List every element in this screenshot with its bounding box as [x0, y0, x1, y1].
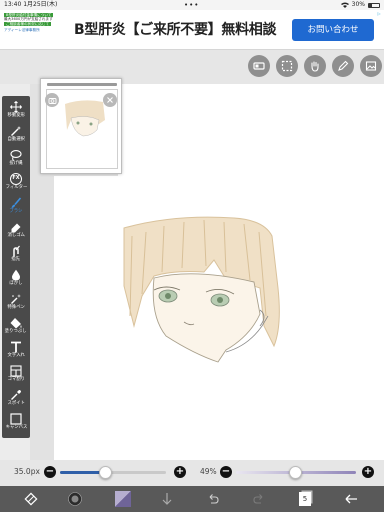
brush-size-plus-button[interactable]: +	[174, 466, 186, 478]
opacity-value: 49%	[200, 467, 217, 476]
ad-banner[interactable]: B型肝炎給付金事情について 最大3600万円が支給されます ご相談者様の状況に応…	[0, 10, 384, 50]
face-drawing	[123, 216, 280, 363]
fill-icon	[10, 318, 22, 329]
lasso-icon	[10, 150, 22, 161]
tool-filter[interactable]: FX フィルター	[2, 172, 30, 195]
canvas-paper[interactable]	[54, 176, 384, 460]
magic-wand-icon	[11, 126, 21, 136]
brush-preview-button[interactable]	[66, 490, 84, 508]
multitask-dots[interactable]: •••	[184, 0, 199, 10]
brush-size-value: 35.0px	[14, 467, 40, 476]
tool-palette: 移動変形 自動選択 投げ縄 FX フィルター ブラシ 消しゴム 指先 ぼかし 特…	[2, 96, 30, 438]
transform-icon	[24, 492, 38, 506]
close-icon	[107, 97, 113, 103]
opacity-plus-button[interactable]: +	[362, 466, 374, 478]
opacity-knob[interactable]	[288, 466, 302, 479]
tool-move-transform[interactable]: 移動変形	[2, 100, 30, 123]
layer-property-button[interactable]	[248, 55, 270, 77]
move-icon	[10, 101, 22, 113]
image-icon	[365, 61, 377, 71]
tool-brush[interactable]: ブラシ	[2, 196, 30, 219]
fx-icon: FX	[10, 173, 22, 185]
tool-frame-divider[interactable]: コマ割り	[2, 364, 30, 387]
battery-icon	[368, 2, 380, 8]
ad-thumbnail: B型肝炎給付金事情について 最大3600万円が支給されます ご相談者様の状況に応…	[4, 13, 54, 33]
canvas-paper-top[interactable]	[118, 84, 384, 176]
layer-icon	[253, 62, 265, 70]
ad-contact-button[interactable]: お問い合わせ	[292, 19, 374, 41]
status-bar: 13:40 1月25日(木) ••• 30%	[0, 0, 384, 10]
camera-icon	[48, 97, 56, 104]
back-button[interactable]	[342, 490, 360, 508]
bottom-toolbar: 5	[0, 486, 384, 512]
edit-button[interactable]	[332, 55, 354, 77]
tool-eraser[interactable]: 消しゴム	[2, 220, 30, 243]
selection-button[interactable]	[276, 55, 298, 77]
brush-size-track[interactable]	[60, 471, 166, 474]
tool-canvas[interactable]: キャンバス	[2, 412, 30, 435]
brush-size-fill	[60, 471, 105, 474]
slider-bar: 35.0px − + 49% − +	[0, 460, 384, 486]
brush-icon	[11, 197, 22, 208]
navigator-drag-handle[interactable]	[47, 83, 117, 86]
color-button[interactable]	[114, 490, 132, 508]
hand-icon	[311, 61, 319, 72]
tool-text[interactable]: 文字入れ	[2, 340, 30, 363]
hand-button[interactable]	[304, 55, 326, 77]
edit-icon	[338, 60, 349, 71]
transform-button[interactable]	[22, 490, 40, 508]
blur-icon	[12, 269, 20, 281]
tool-auto-select[interactable]: 自動選択	[2, 124, 30, 147]
tool-special-pen[interactable]: 特殊ペン	[2, 292, 30, 315]
tool-fill[interactable]: 塗りつぶし	[2, 316, 30, 339]
tool-eyedropper[interactable]: スポイト	[2, 388, 30, 411]
layers-icon: 5	[299, 492, 311, 506]
layers-button[interactable]: 5	[296, 490, 314, 508]
download-button[interactable]	[158, 490, 176, 508]
battery-percent: 30%	[351, 1, 365, 8]
eyedropper-icon	[11, 390, 21, 400]
brush-preview-icon	[68, 492, 82, 506]
ad-headline[interactable]: B型肝炎【ご来所不要】無料相談	[74, 19, 276, 39]
undo-icon	[209, 494, 219, 504]
tool-lasso[interactable]: 投げ縄	[2, 148, 30, 171]
brush-size-minus-button[interactable]: −	[44, 466, 56, 478]
selection-icon	[281, 60, 293, 72]
wifi-icon	[340, 2, 349, 8]
image-button[interactable]	[360, 55, 382, 77]
text-icon	[11, 341, 21, 353]
canvas-icon	[10, 413, 22, 425]
status-time: 13:40 1月25日(木)	[4, 1, 58, 8]
brush-size-knob[interactable]	[98, 466, 112, 479]
navigator-close-button[interactable]	[103, 93, 117, 107]
special-pen-icon	[11, 294, 21, 304]
download-icon	[162, 493, 172, 505]
opacity-minus-button[interactable]: −	[220, 466, 232, 478]
adchoices-icon[interactable]: ▷	[376, 11, 382, 17]
tool-smudge[interactable]: 指先	[2, 244, 30, 267]
tool-blur[interactable]: ぼかし	[2, 268, 30, 291]
navigator-panel[interactable]	[40, 78, 122, 174]
smudge-icon	[13, 245, 20, 257]
color-swatch-icon	[115, 491, 131, 507]
redo-icon	[253, 494, 263, 504]
eraser-icon	[11, 223, 21, 233]
status-right: 30%	[340, 0, 380, 10]
back-icon	[345, 494, 357, 504]
camera-button[interactable]	[45, 93, 59, 107]
redo-button[interactable]	[250, 490, 268, 508]
undo-button[interactable]	[204, 490, 222, 508]
frame-icon	[10, 365, 22, 377]
